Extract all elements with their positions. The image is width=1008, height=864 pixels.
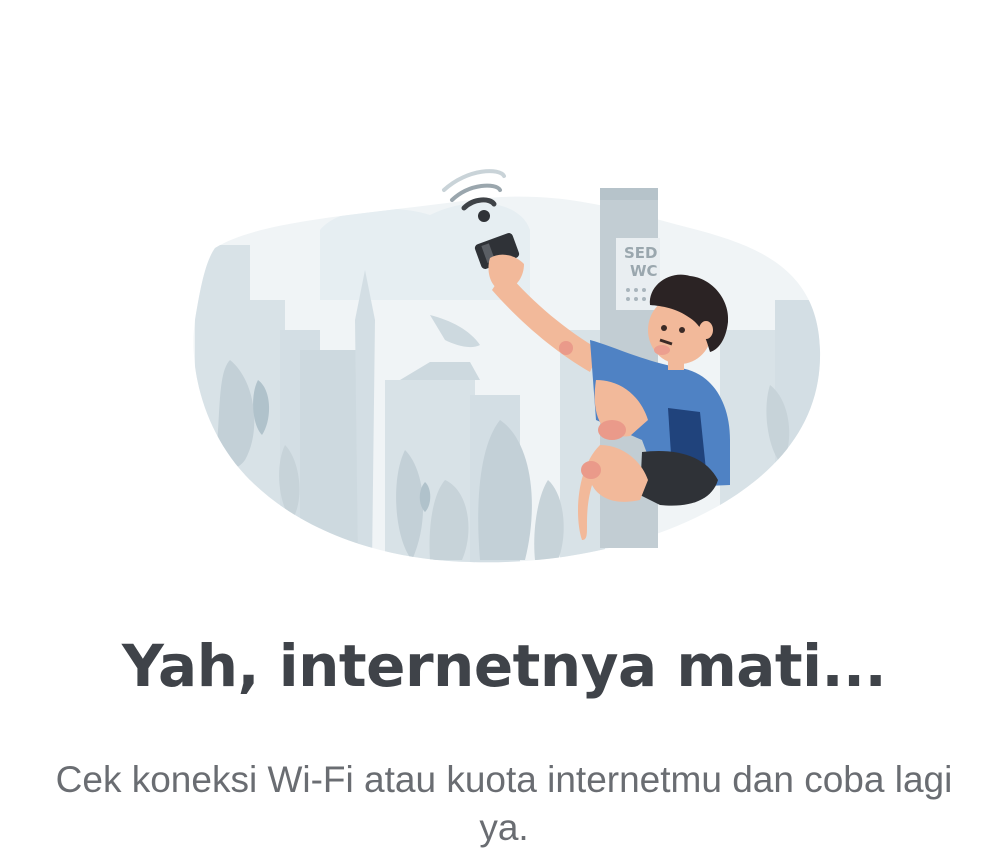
pole-sign-text-2: WC <box>630 262 658 280</box>
error-description: Cek koneksi Wi-Fi atau kuota internetmu … <box>55 759 953 848</box>
page-title: Yah, internetnya mati... <box>121 632 887 700</box>
no-connection-illustration: SED WC <box>193 169 821 563</box>
pole-sign-text-1: SED <box>624 244 658 262</box>
